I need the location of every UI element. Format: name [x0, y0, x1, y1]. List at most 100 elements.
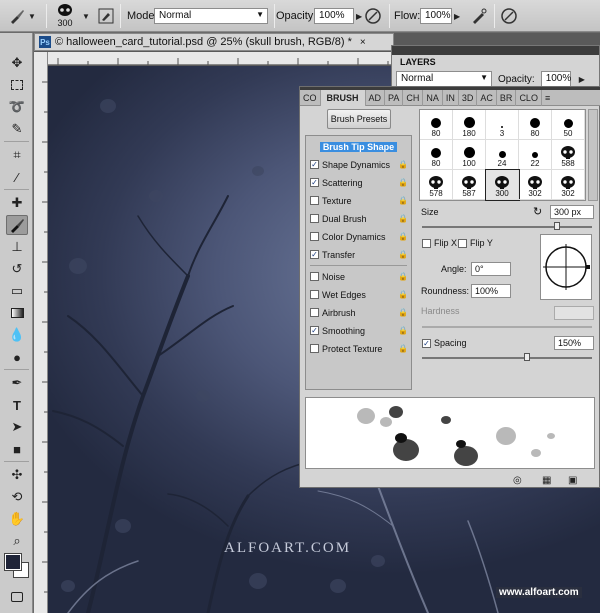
checkbox[interactable]: [310, 214, 319, 223]
brush-tip-8[interactable]: 24: [486, 140, 519, 170]
pressure-opacity-button[interactable]: [364, 0, 382, 32]
brush-tip-10[interactable]: 588: [552, 140, 585, 170]
airbrush-button[interactable]: [470, 0, 488, 32]
checkbox[interactable]: [310, 196, 319, 205]
option-smoothing[interactable]: ✓ Smoothing 🔒: [306, 322, 411, 339]
tip-grid-scrollbar[interactable]: [588, 109, 598, 201]
dodge-tool-icon[interactable]: ●: [6, 347, 28, 367]
quick-selection-tool-icon[interactable]: ✎: [6, 119, 28, 139]
option-airbrush[interactable]: Airbrush 🔒: [306, 304, 411, 321]
tab-paths[interactable]: PA: [385, 90, 404, 106]
checkbox-checked[interactable]: ✓: [310, 160, 319, 169]
crop-tool-icon[interactable]: ⌗: [6, 145, 28, 165]
eyedropper-tool-icon[interactable]: ⁄: [6, 167, 28, 187]
lock-icon[interactable]: 🔒: [398, 344, 408, 353]
checkbox[interactable]: [310, 344, 319, 353]
reset-size-icon[interactable]: ↻: [533, 205, 542, 218]
size-slider-thumb[interactable]: [554, 222, 560, 230]
brush-tip-1[interactable]: 80: [420, 110, 453, 140]
create-new-brush-icon[interactable]: ▦: [542, 475, 551, 486]
flow-slider-arrow-icon[interactable]: ▶: [454, 12, 460, 21]
tab-channels[interactable]: CH: [403, 90, 424, 106]
marquee-tool-icon[interactable]: [6, 75, 28, 95]
brush-tip-9[interactable]: 22: [519, 140, 552, 170]
pressure-size-button[interactable]: [500, 0, 518, 32]
option-scattering[interactable]: ✓ Scattering 🔒: [306, 174, 411, 191]
brush-picker-arrow-icon[interactable]: ▼: [82, 12, 90, 21]
tab-3d[interactable]: 3D: [459, 90, 478, 106]
lock-icon[interactable]: 🔒: [398, 178, 408, 187]
angle-roundness-widget[interactable]: [540, 234, 592, 300]
hand-tool-icon[interactable]: ✋: [6, 509, 28, 529]
blur-tool-icon[interactable]: 💧: [6, 325, 28, 345]
checkbox-checked[interactable]: ✓: [310, 250, 319, 259]
brush-tip-11[interactable]: 578: [420, 170, 453, 200]
brush-tip-4[interactable]: 80: [519, 110, 552, 140]
move-tool-icon[interactable]: ✥: [6, 53, 28, 73]
brush-preset-picker[interactable]: 300: [56, 0, 74, 32]
spacing-checkbox[interactable]: ✓: [422, 339, 431, 348]
opacity-input[interactable]: 100%: [314, 8, 354, 24]
brush-tip-2[interactable]: 180: [453, 110, 486, 140]
checkbox[interactable]: [310, 272, 319, 281]
clone-stamp-tool-icon[interactable]: ⊥: [6, 237, 28, 257]
3d-orbit-tool-icon[interactable]: ⟲: [6, 487, 28, 507]
option-color-dynamics[interactable]: Color Dynamics 🔒: [306, 228, 411, 245]
option-texture[interactable]: Texture 🔒: [306, 192, 411, 209]
checkbox[interactable]: [310, 290, 319, 299]
lock-icon[interactable]: 🔒: [398, 272, 408, 281]
spacing-slider[interactable]: [422, 357, 592, 359]
flip-y-checkbox[interactable]: [458, 239, 467, 248]
checkbox-checked[interactable]: ✓: [310, 178, 319, 187]
brush-presets-button[interactable]: Brush Presets: [327, 109, 391, 129]
eraser-tool-icon[interactable]: ▭: [6, 281, 28, 301]
tab-brush[interactable]: BRUSH: [320, 90, 366, 106]
checkbox-checked[interactable]: ✓: [310, 326, 319, 335]
flip-x-checkbox[interactable]: [422, 239, 431, 248]
brush-tip-13[interactable]: 300: [485, 169, 520, 201]
size-input[interactable]: 300 px: [550, 205, 594, 219]
brush-tip-7[interactable]: 100: [453, 140, 486, 170]
tab-brush-presets[interactable]: BR: [497, 90, 517, 106]
angle-input[interactable]: 0°: [471, 262, 511, 276]
lock-icon[interactable]: 🔒: [398, 196, 408, 205]
mode-select[interactable]: Normal ▼: [154, 8, 268, 24]
opacity-slider-arrow-icon[interactable]: ▶: [356, 12, 362, 21]
option-transfer[interactable]: ✓ Transfer 🔒: [306, 246, 411, 263]
brush-tip-3[interactable]: 3: [486, 110, 519, 140]
healing-brush-tool-icon[interactable]: ✚: [6, 193, 28, 213]
lock-icon[interactable]: 🔒: [398, 160, 408, 169]
layer-blend-mode-select[interactable]: Normal ▼: [396, 71, 492, 87]
tab-layers[interactable]: LAYERS: [394, 55, 442, 69]
option-protect-texture[interactable]: Protect Texture 🔒: [306, 340, 411, 357]
tab-info[interactable]: IN: [443, 90, 459, 106]
close-icon[interactable]: ×: [360, 37, 366, 48]
checkbox[interactable]: [310, 232, 319, 241]
gradient-tool-icon[interactable]: [6, 303, 28, 323]
lock-icon[interactable]: 🔒: [398, 214, 408, 223]
lock-icon[interactable]: 🔒: [398, 326, 408, 335]
new-preset-icon[interactable]: ▣: [568, 475, 577, 486]
lasso-tool-icon[interactable]: ➰: [6, 97, 28, 117]
panel-menu-icon[interactable]: ≡: [542, 90, 553, 106]
layer-opacity-input[interactable]: 100%: [540, 71, 571, 87]
brush-tip-12[interactable]: 587: [453, 170, 486, 200]
flow-input[interactable]: 100%: [420, 8, 452, 24]
3d-rotate-tool-icon[interactable]: ✣: [6, 465, 28, 485]
lock-icon[interactable]: 🔒: [398, 308, 408, 317]
brush-tip-15[interactable]: 302: [552, 170, 585, 200]
toggle-preview-icon[interactable]: ◎: [513, 475, 522, 486]
lock-icon[interactable]: 🔒: [398, 250, 408, 259]
roundness-input[interactable]: 100%: [471, 284, 511, 298]
spacing-slider-thumb[interactable]: [524, 353, 530, 361]
quick-mask-icon[interactable]: [6, 587, 28, 607]
tab-actions[interactable]: AC: [477, 90, 497, 106]
lock-icon[interactable]: 🔒: [398, 232, 408, 241]
tab-navigator[interactable]: NA: [423, 90, 443, 106]
path-selection-tool-icon[interactable]: ➤: [6, 417, 28, 437]
zoom-tool-icon[interactable]: ⌕: [6, 531, 28, 551]
checkbox[interactable]: [310, 308, 319, 317]
tab-clone-source[interactable]: CLO: [516, 90, 542, 106]
size-slider[interactable]: [422, 226, 592, 228]
document-tab[interactable]: Ps © halloween_card_tutorial.psd @ 25% (…: [34, 33, 394, 51]
